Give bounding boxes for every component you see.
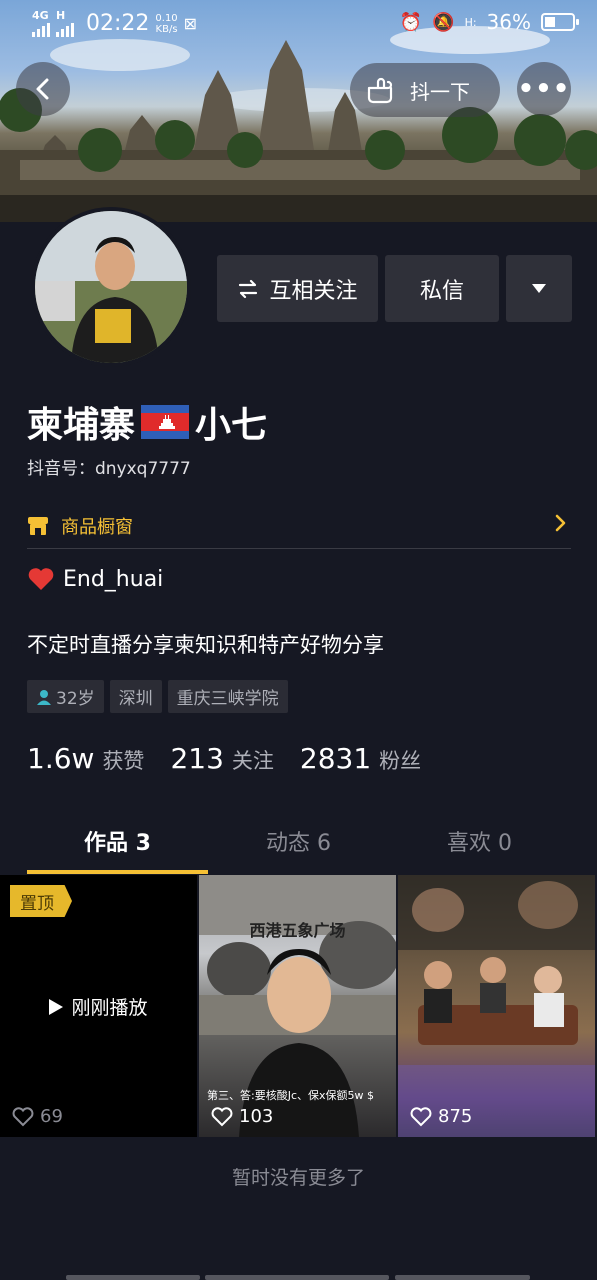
video-thumbnail[interactable]: 置顶 刚刚播放 69 [0,875,197,1137]
heart-outline-icon [211,1106,233,1126]
more-dots-icon: ••• [517,74,571,104]
nav-bar-segment [395,1275,530,1280]
caret-down-icon [532,283,546,293]
profile-tabs: 作品 3 动态 6 喜欢 0 [0,805,597,875]
message-label: 私信 [419,278,464,304]
network-indicator-2: H [56,10,74,37]
signature-line-2: 不定时直播分享柬知识和特产好物分享 [27,633,384,657]
profile-stats: 1.6w 获赞 213 关注 2831 粉丝 [27,742,421,775]
back-button[interactable] [16,62,70,116]
battery-percent: 36% [486,10,531,34]
video-thumbnail[interactable]: 875 [398,875,595,1137]
video-title-overlay: 西港五象广场 [249,921,346,940]
age-tag: 32岁 [27,680,104,713]
name-text: 柬埔寨 [27,405,136,446]
hand-pointing-icon [367,77,393,104]
status-bar: 4G H 02:22 0.10 KB/s ⊠ ⏰ 🔕 H: 36% [0,0,597,46]
school-tag: 重庆三峡学院 [167,680,288,713]
profile-name: 柬埔寨 小七 [27,396,267,448]
douyin-id: 抖音号：dnyxq7777 [27,459,191,479]
video-likes: 69 [12,1106,63,1127]
tab-likes[interactable]: 喜欢 0 [380,825,579,857]
pat-button[interactable]: 抖一下 [350,63,500,117]
video-caption-overlay: 第三、答:要核酸Jc、保x保额5w $ [207,1089,374,1102]
mutual-follow-arrows-icon [239,279,258,298]
chevron-left-icon [36,78,49,100]
name-text-2: 小七 [195,405,268,446]
following-stat[interactable]: 213 关注 [170,742,273,775]
shop-window-entry[interactable]: 商品橱窗 [27,503,571,549]
person-icon [37,689,51,705]
profile-tags: 32岁 深圳 重庆三峡学院 [27,680,288,713]
recommend-dropdown-button[interactable] [506,255,572,322]
profile-cover-image: 4G H 02:22 0.10 KB/s ⊠ ⏰ 🔕 H: 36% [0,0,597,222]
pinned-badge: 置顶 [10,885,72,917]
network-indicator: 4G [32,10,50,37]
tab-posts[interactable]: 动态 6 [199,825,398,857]
video-likes: 875 [410,1106,472,1127]
tab-indicator [27,870,208,874]
likes-stat: 1.6w 获赞 [27,742,145,775]
nav-bar-segment [66,1275,200,1280]
tab-works[interactable]: 作品 3 [18,825,217,857]
more-button[interactable]: ••• [517,62,571,116]
signature-text-1: End_huai [63,566,164,592]
heart-outline-icon [12,1106,34,1126]
just-played-overlay: 刚刚播放 [0,993,197,1020]
profile-actions: 互相关注 私信 [217,255,572,322]
heart-icon [28,568,54,590]
play-icon [49,998,64,1015]
nav-bar-segment [205,1275,389,1280]
heart-outline-icon [410,1106,432,1126]
hd-icon: H: [464,15,477,29]
signature-line-1: End_huai [27,566,163,592]
video-grid: 置顶 刚刚播放 69 西港五象广场 第三、答:要核酸Jc、保x保额5w $ 10… [0,875,597,1137]
message-button[interactable]: 私信 [385,255,499,322]
shop-icon [28,516,48,535]
shop-label: 商品橱窗 [61,516,133,538]
avatar[interactable] [31,207,191,367]
video-thumbnail[interactable]: 西港五象广场 第三、答:要核酸Jc、保x保额5w $ 103 [199,875,396,1137]
video-likes: 103 [211,1106,273,1127]
mute-bell-icon: 🔕 [432,11,455,33]
alarm-icon: ⏰ [399,11,423,33]
chevron-right-icon [555,513,567,537]
net-speed: 0.10 KB/s [155,12,178,35]
cambodia-flag-icon [141,405,190,439]
location-tag: 深圳 [109,680,162,713]
avatar-photo [35,211,187,363]
follow-each-label: 互相关注 [269,278,358,304]
clock: 02:22 [86,11,150,36]
no-more-text: 暂时没有更多了 [231,1167,365,1189]
app-notification-icon: ⊠ [183,14,198,33]
pat-label: 抖一下 [410,79,470,104]
battery-icon [541,13,579,31]
followers-stat[interactable]: 2831 粉丝 [300,742,421,775]
video-cover-dinner [398,875,595,1137]
follow-each-button[interactable]: 互相关注 [217,255,378,322]
